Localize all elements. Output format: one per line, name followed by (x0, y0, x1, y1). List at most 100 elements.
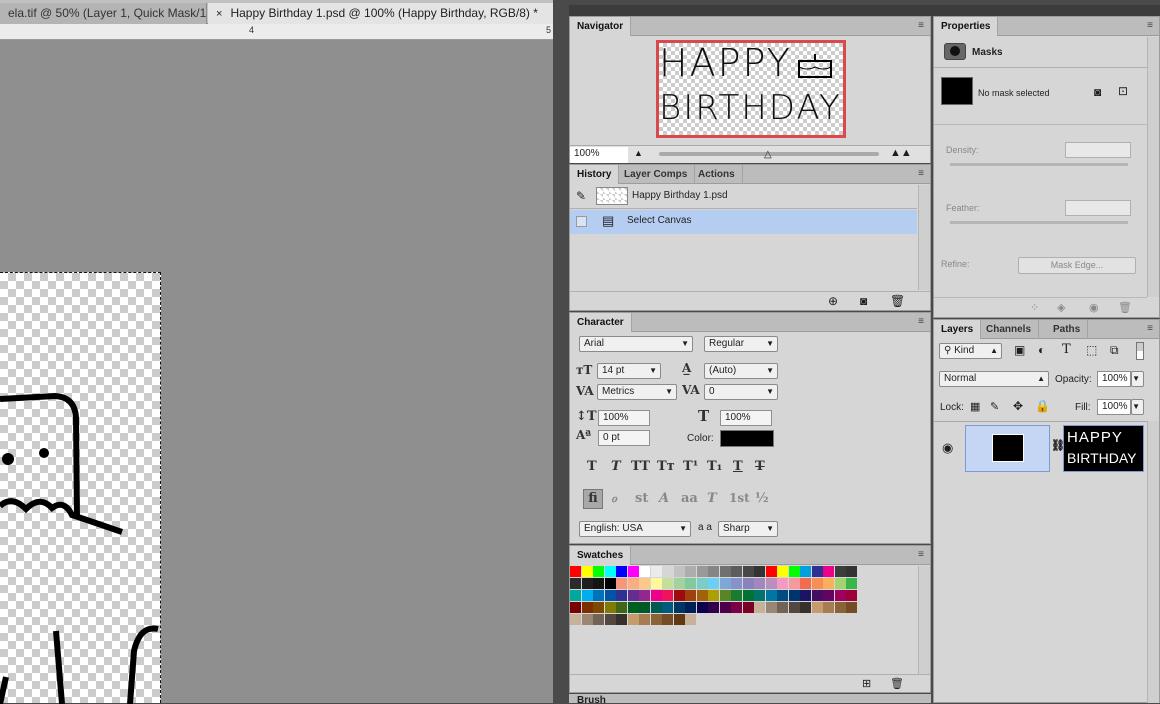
subscript-button[interactable]: T₁ (707, 459, 722, 474)
swash-button[interactable]: A (659, 491, 669, 506)
panel-menu-icon[interactable]: ≡ (1147, 323, 1153, 334)
tab-swatches[interactable]: Swatches (570, 546, 632, 565)
zoom-out-icon[interactable]: ▲ (634, 148, 643, 158)
color-swatch[interactable] (765, 590, 777, 601)
superscript-button[interactable]: T¹ (683, 459, 698, 474)
color-swatch[interactable] (662, 566, 673, 577)
color-swatch[interactable] (742, 590, 754, 601)
color-swatch[interactable] (662, 578, 673, 589)
color-swatch[interactable] (650, 614, 662, 625)
color-swatch[interactable] (823, 578, 834, 589)
font-style-select[interactable]: Regular ▼ (704, 336, 778, 352)
color-swatch[interactable] (604, 566, 616, 577)
blend-mode-select[interactable]: Normal ▲ (939, 371, 1049, 387)
color-swatch[interactable] (685, 566, 696, 577)
faux-bold-button[interactable]: T (587, 459, 597, 474)
color-swatch[interactable] (708, 578, 719, 589)
color-swatch[interactable] (777, 578, 788, 589)
color-swatch[interactable] (719, 566, 731, 577)
color-swatch[interactable] (593, 578, 604, 589)
titling-alternates-button[interactable]: T (707, 491, 717, 506)
layer-mask-thumbnail[interactable] (965, 425, 1050, 472)
color-swatch[interactable] (708, 566, 719, 577)
color-swatch[interactable] (811, 578, 823, 589)
color-swatch[interactable] (731, 578, 742, 589)
color-swatch[interactable] (777, 566, 788, 577)
color-swatch[interactable] (823, 602, 834, 613)
color-swatch[interactable] (708, 590, 719, 601)
color-swatch[interactable] (616, 614, 627, 625)
color-swatch[interactable] (639, 614, 650, 625)
color-swatch[interactable] (846, 566, 857, 577)
apply-mask-icon[interactable]: ◈ (1057, 301, 1065, 314)
color-swatch[interactable] (581, 614, 593, 625)
fractions-button[interactable]: ½ (755, 491, 769, 506)
color-swatch[interactable] (673, 566, 685, 577)
tab-happy-birthday[interactable]: × Happy Birthday 1.psd @ 100% (Happy Birt… (208, 3, 553, 24)
opacity-field[interactable]: 100% (1097, 371, 1131, 387)
color-swatch[interactable] (604, 590, 616, 601)
color-swatch[interactable] (604, 614, 616, 625)
panel-menu-icon[interactable]: ≡ (918, 20, 924, 31)
color-swatch[interactable] (570, 602, 581, 613)
tab-actions[interactable]: Actions (691, 165, 743, 184)
trash-icon[interactable]: 🗑 (890, 677, 904, 690)
type-filter-icon[interactable]: T (1062, 342, 1071, 357)
color-swatch[interactable] (673, 602, 685, 613)
shape-filter-icon[interactable]: ⬚ (1086, 343, 1097, 357)
stylistic-alternates-button[interactable]: aa (681, 491, 698, 506)
color-swatch[interactable] (616, 566, 627, 577)
faux-italic-button[interactable]: T (611, 459, 621, 474)
tab-channels[interactable]: Channels (979, 320, 1040, 339)
color-swatch[interactable] (811, 602, 823, 613)
color-swatch[interactable] (834, 578, 846, 589)
color-swatch[interactable] (639, 602, 650, 613)
color-swatch[interactable] (627, 614, 639, 625)
history-item-select-canvas[interactable]: ▤ Select Canvas (570, 210, 917, 234)
color-swatch[interactable] (811, 566, 823, 577)
tab-brush[interactable]: Brush (577, 694, 606, 703)
small-caps-button[interactable]: Tт (657, 459, 675, 474)
color-swatch[interactable] (616, 590, 627, 601)
tab-history[interactable]: History (570, 165, 620, 184)
layer-row-happy-birthday[interactable]: ◉ ⛓ HAPPY BIRTHDAY (934, 422, 1159, 474)
color-swatch[interactable] (581, 578, 593, 589)
layers-scrollbar[interactable] (1147, 421, 1159, 703)
color-swatch[interactable] (788, 602, 800, 613)
filter-toggle[interactable] (1136, 342, 1144, 360)
horizontal-scale-field[interactable]: 100% (720, 410, 772, 426)
color-swatch[interactable] (593, 590, 604, 601)
color-swatch[interactable] (754, 602, 765, 613)
load-selection-icon[interactable]: ⁘ (1030, 301, 1039, 314)
color-swatch[interactable] (846, 590, 857, 601)
underline-button[interactable]: T (733, 459, 743, 474)
fill-field[interactable]: 100% (1097, 399, 1131, 415)
color-swatch[interactable] (846, 578, 857, 589)
swatches-scrollbar[interactable] (918, 566, 930, 674)
color-swatch[interactable] (593, 566, 604, 577)
lock-position-icon[interactable]: ✥ (1013, 399, 1023, 413)
color-swatch[interactable] (788, 578, 800, 589)
color-swatch[interactable] (719, 602, 731, 613)
color-swatch[interactable] (696, 578, 708, 589)
history-snapshot-row[interactable]: ✎ Happy Birthday 1.psd (570, 185, 917, 209)
text-color-swatch[interactable] (720, 430, 774, 447)
all-caps-button[interactable]: TT (631, 459, 650, 474)
trash-icon[interactable]: 🗑 (890, 294, 905, 308)
navigator-preview[interactable]: HAPPY BIRTHDAY (656, 40, 846, 138)
old-style-button[interactable]: ℴ (611, 491, 617, 506)
color-swatch[interactable] (639, 566, 650, 577)
vector-mask-icon[interactable]: ⊡ (1118, 84, 1128, 98)
color-swatch[interactable] (673, 590, 685, 601)
panel-menu-icon[interactable]: ≡ (918, 549, 924, 560)
smart-object-filter-icon[interactable]: ⧉ (1110, 343, 1119, 358)
color-swatch[interactable] (823, 590, 834, 601)
color-swatch[interactable] (731, 602, 742, 613)
history-scrollbar[interactable] (918, 185, 930, 290)
color-swatch[interactable] (581, 602, 593, 613)
font-size-select[interactable]: 14 pt ▼ (597, 363, 661, 379)
color-swatch[interactable] (650, 578, 662, 589)
color-swatch[interactable] (673, 578, 685, 589)
antialias-select[interactable]: Sharp ▼ (718, 521, 778, 537)
color-swatch[interactable] (570, 566, 581, 577)
